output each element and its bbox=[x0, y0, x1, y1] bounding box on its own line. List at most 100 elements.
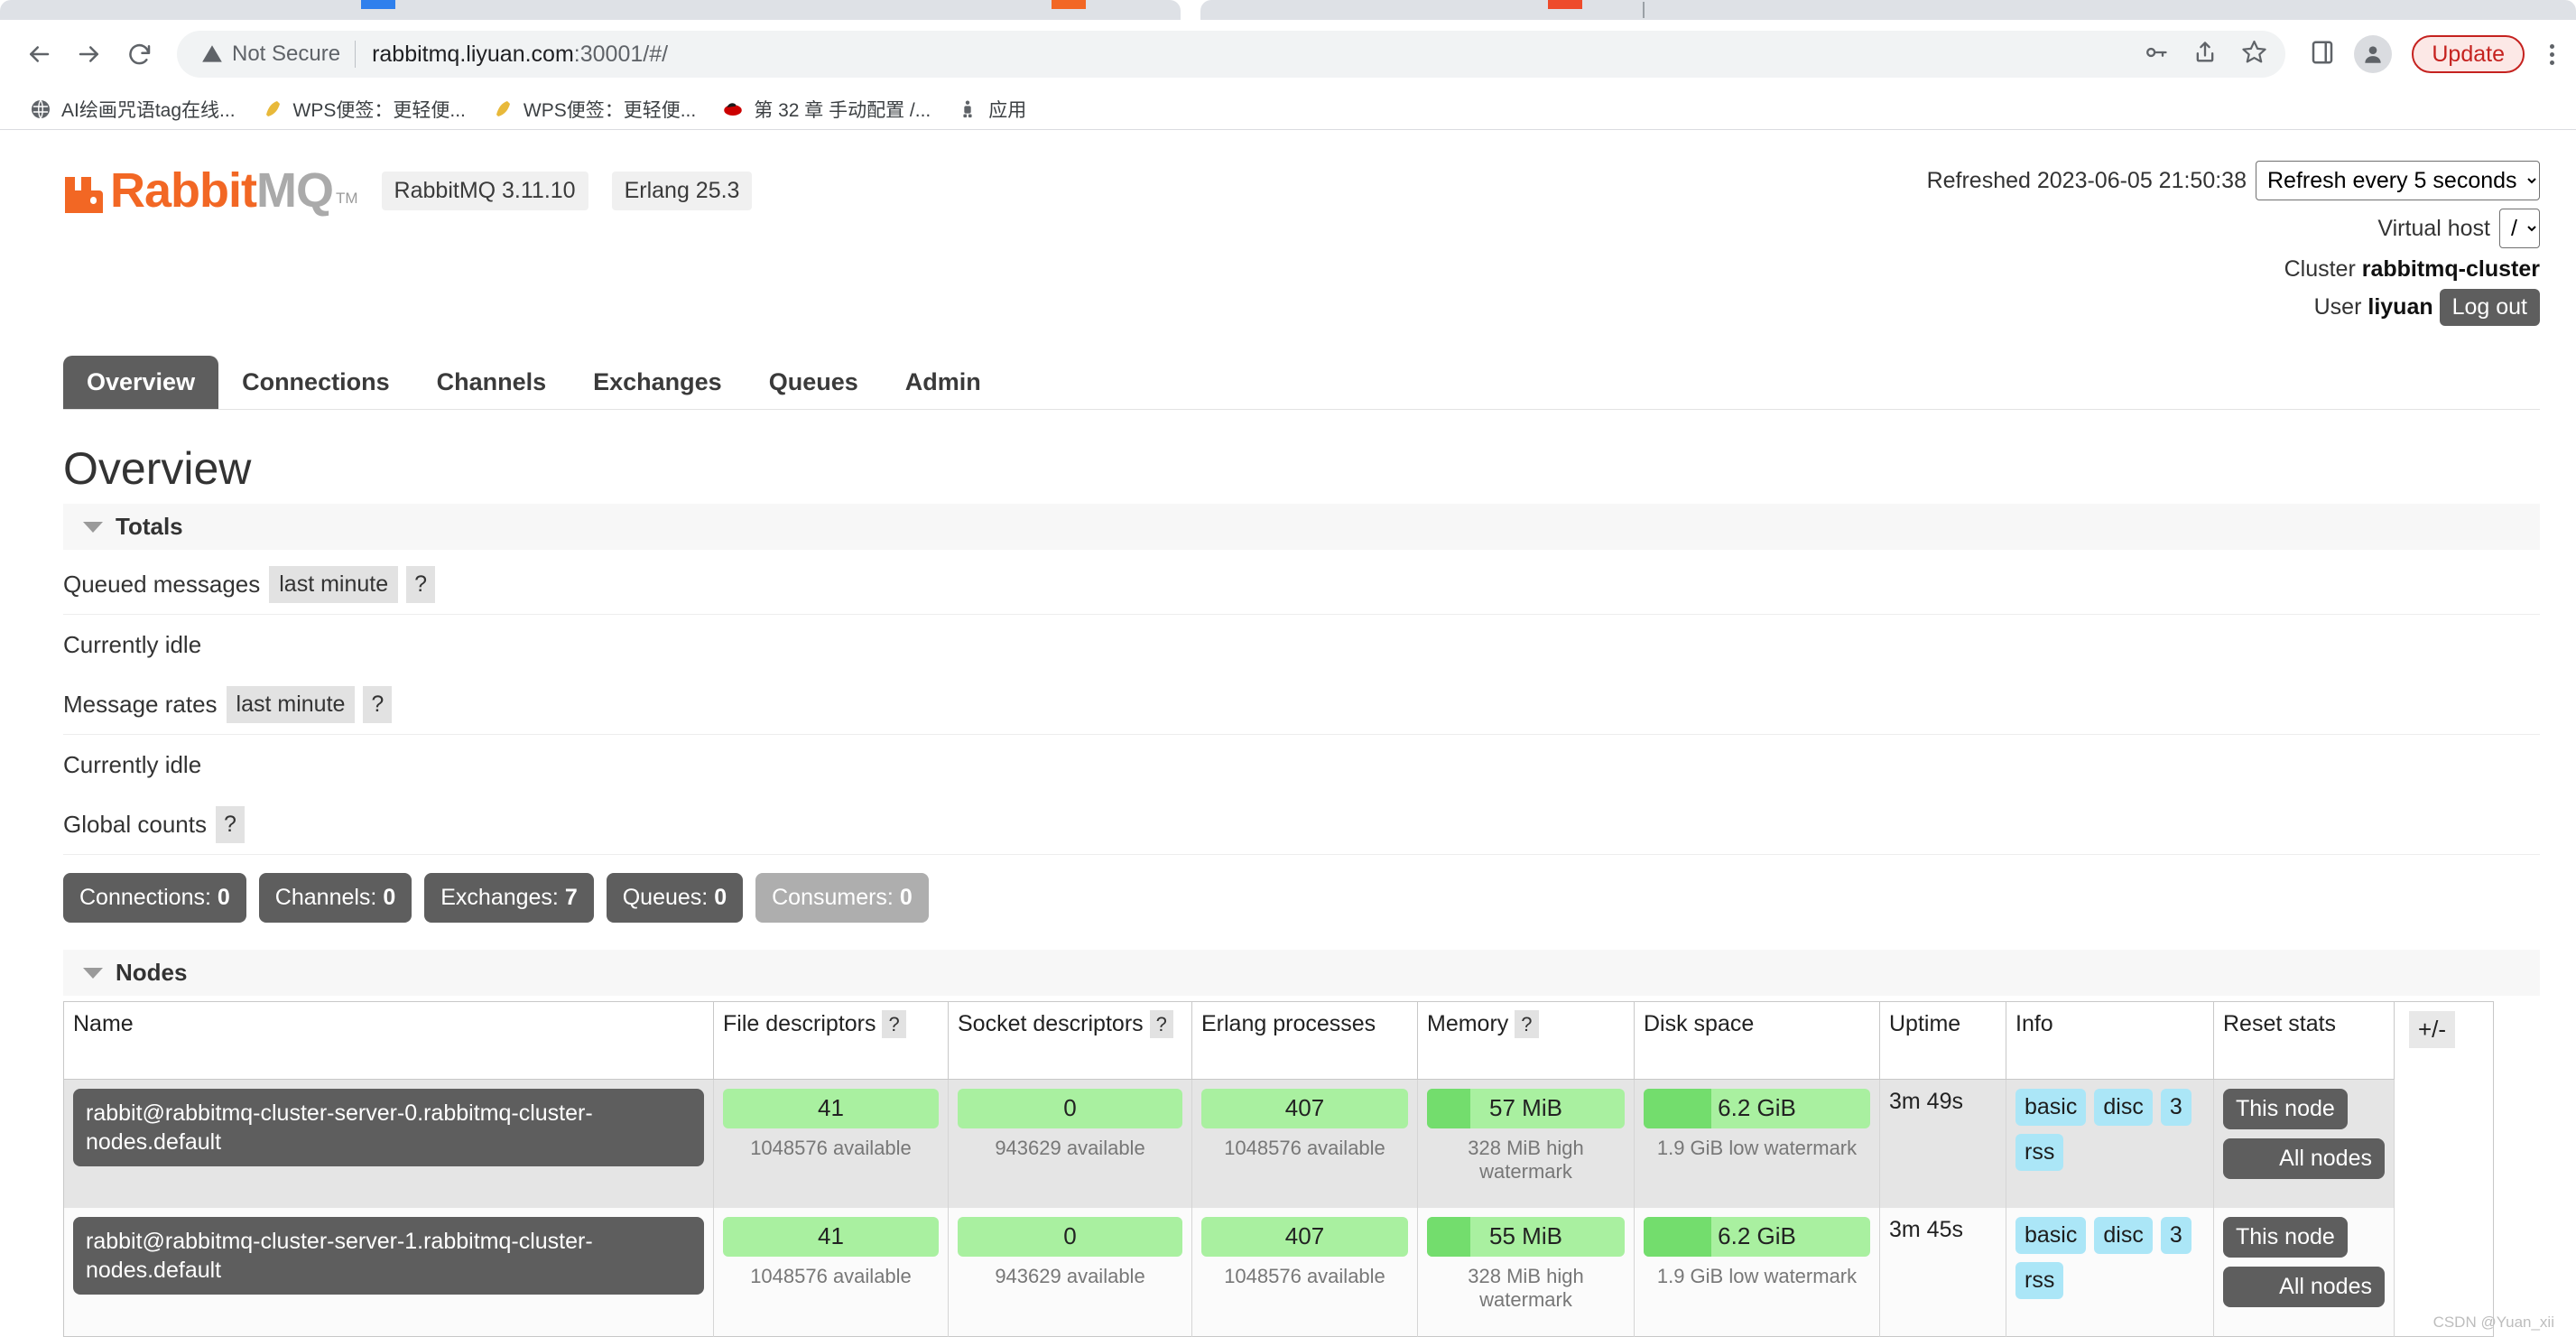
browser-tab-inactive-2[interactable] bbox=[1200, 0, 2576, 20]
memory-help-icon[interactable]: ? bbox=[1515, 1010, 1539, 1038]
virtual-host-select[interactable]: / bbox=[2499, 209, 2540, 248]
cluster-name: rabbitmq-cluster bbox=[2361, 256, 2540, 282]
table-row: rabbit@rabbitmq-cluster-server-0.rabbitm… bbox=[63, 1079, 2494, 1208]
password-key-icon[interactable] bbox=[2144, 40, 2169, 70]
rabbitmq-logo[interactable]: RabbitMQ TM bbox=[63, 166, 358, 215]
message-rates-help-icon[interactable]: ? bbox=[363, 686, 393, 723]
col-file-descriptors[interactable]: File descriptors ? bbox=[713, 1001, 949, 1080]
tab-exchanges[interactable]: Exchanges bbox=[570, 356, 746, 409]
reset-all-nodes-button[interactable]: All nodes bbox=[2223, 1137, 2385, 1179]
col-uptime[interactable]: Uptime bbox=[1879, 1001, 2006, 1080]
cluster-label: Cluster bbox=[2284, 256, 2356, 282]
address-bar[interactable]: Not Secure rabbitmq.liyuan.com:30001/#/ bbox=[177, 31, 2286, 78]
global-counts-label: Global counts bbox=[63, 811, 207, 838]
col-name[interactable]: Name bbox=[63, 1001, 714, 1080]
bookmark-item-4[interactable]: 应用 bbox=[943, 96, 1039, 123]
side-panel-icon[interactable] bbox=[2311, 39, 2334, 70]
info-tag-list: basic disc 3 rss bbox=[2015, 1216, 2204, 1299]
queued-messages-label: Queued messages bbox=[63, 571, 261, 598]
node-name-badge[interactable]: rabbit@rabbitmq-cluster-server-0.rabbitm… bbox=[73, 1088, 704, 1166]
bookmark-star-icon[interactable] bbox=[2241, 39, 2267, 70]
bookmark-item-2[interactable]: WPS便签：更轻便... bbox=[478, 96, 709, 123]
queued-messages-help-icon[interactable]: ? bbox=[406, 566, 436, 603]
count-label: Consumers: bbox=[772, 885, 894, 910]
refresh-interval-select[interactable]: Refresh every 5 seconds bbox=[2256, 161, 2540, 200]
erlang-processes-sub: 1048576 available bbox=[1224, 1264, 1385, 1287]
bookmark-label: 应用 bbox=[988, 99, 1027, 121]
info-cell: basic disc 3 rss bbox=[2006, 1079, 2214, 1208]
col-erlang-processes[interactable]: Erlang processes bbox=[1191, 1001, 1418, 1080]
file-descriptors-value: 41 bbox=[818, 1222, 844, 1249]
table-row: rabbit@rabbitmq-cluster-server-1.rabbitm… bbox=[63, 1207, 2494, 1336]
watermark-text: CSDN @Yuan_xii bbox=[2432, 1313, 2554, 1331]
info-tag: disc bbox=[2094, 1088, 2153, 1126]
socket-descriptors-value: 0 bbox=[1063, 1094, 1077, 1121]
memory-bar: 57 MiB bbox=[1427, 1088, 1625, 1128]
col-reset-stats[interactable]: Reset stats bbox=[2213, 1001, 2395, 1080]
col-label: File descriptors bbox=[723, 1011, 876, 1036]
bookmark-label: WPS便签：更轻便... bbox=[292, 99, 466, 121]
count-value: 0 bbox=[714, 885, 727, 910]
col-disk-space[interactable]: Disk space bbox=[1634, 1001, 1880, 1080]
tab-connections[interactable]: Connections bbox=[218, 356, 413, 409]
file-descriptors-sub: 1048576 available bbox=[750, 1264, 912, 1287]
count-consumers-button[interactable]: Consumers: 0 bbox=[755, 873, 929, 923]
count-label: Connections: bbox=[79, 885, 211, 910]
forward-arrow-icon[interactable] bbox=[67, 32, 112, 77]
logout-button[interactable]: Log out bbox=[2439, 289, 2540, 326]
totals-section-header[interactable]: Totals bbox=[63, 504, 2540, 550]
bookmarks-bar: AI绘画咒语tag在线... WPS便签：更轻便... WPS便签：更轻便...… bbox=[0, 88, 2576, 130]
socket-descriptors-sub: 943629 available bbox=[995, 1136, 1145, 1159]
file-descriptors-help-icon[interactable]: ? bbox=[882, 1010, 906, 1038]
count-channels-button[interactable]: Channels: 0 bbox=[258, 873, 412, 923]
reset-this-node-button[interactable]: This node bbox=[2223, 1088, 2348, 1129]
browser-tab-inactive-1[interactable] bbox=[0, 0, 1181, 20]
memory-value: 57 MiB bbox=[1489, 1094, 1562, 1121]
erlang-processes-sub: 1048576 available bbox=[1224, 1136, 1385, 1159]
tab-admin[interactable]: Admin bbox=[882, 356, 1005, 409]
tab-channels[interactable]: Channels bbox=[413, 356, 570, 409]
tab-favicon-2 bbox=[1052, 0, 1086, 9]
rabbit-logo-icon bbox=[65, 177, 103, 213]
global-counts-help-icon[interactable]: ? bbox=[215, 806, 245, 843]
nodes-section-header[interactable]: Nodes bbox=[63, 950, 2540, 996]
count-exchanges-button[interactable]: Exchanges: 7 bbox=[424, 873, 594, 923]
back-arrow-icon[interactable] bbox=[16, 32, 61, 77]
main-navigation-tabs: Overview Connections Channels Exchanges … bbox=[63, 356, 2540, 410]
erlang-processes-value: 407 bbox=[1284, 1222, 1325, 1249]
browser-toolbar: Not Secure rabbitmq.liyuan.com:30001/#/ … bbox=[0, 20, 2576, 88]
queued-messages-period-chip[interactable]: last minute bbox=[269, 566, 399, 603]
count-queues-button[interactable]: Queues: 0 bbox=[606, 873, 744, 923]
profile-avatar[interactable] bbox=[2354, 35, 2393, 73]
reset-stats-cell: This node All nodes bbox=[2213, 1207, 2395, 1336]
disk-space-cell: 6.2 GiB 1.9 GiB low watermark bbox=[1634, 1207, 1880, 1336]
update-button[interactable]: Update bbox=[2412, 35, 2525, 73]
reset-all-nodes-button[interactable]: All nodes bbox=[2223, 1266, 2385, 1307]
message-rates-period-chip[interactable]: last minute bbox=[226, 686, 356, 723]
bookmark-label: WPS便签：更轻便... bbox=[523, 99, 697, 121]
count-label: Exchanges: bbox=[440, 885, 559, 910]
socket-descriptors-help-icon[interactable]: ? bbox=[1149, 1010, 1173, 1038]
col-info[interactable]: Info bbox=[2006, 1001, 2214, 1080]
security-indicator[interactable]: Not Secure bbox=[200, 42, 355, 67]
bookmark-item-1[interactable]: WPS便签：更轻便... bbox=[248, 96, 478, 123]
node-name-cell: rabbit@rabbitmq-cluster-server-1.rabbitm… bbox=[63, 1207, 714, 1336]
bookmark-item-0[interactable]: AI绘画咒语tag在线... bbox=[16, 96, 248, 123]
col-socket-descriptors[interactable]: Socket descriptors ? bbox=[948, 1001, 1192, 1080]
col-memory[interactable]: Memory ? bbox=[1417, 1001, 1635, 1080]
tab-queues[interactable]: Queues bbox=[746, 356, 882, 409]
redhat-icon bbox=[721, 97, 745, 121]
reset-this-node-button[interactable]: This node bbox=[2223, 1216, 2348, 1258]
share-icon[interactable] bbox=[2192, 40, 2218, 70]
erlang-processes-bar: 407 bbox=[1201, 1216, 1408, 1257]
node-name-badge[interactable]: rabbit@rabbitmq-cluster-server-1.rabbitm… bbox=[73, 1216, 704, 1295]
tab-overview[interactable]: Overview bbox=[63, 356, 219, 409]
bookmark-item-3[interactable]: 第 32 章 手动配置 /... bbox=[709, 96, 943, 123]
feather-icon bbox=[261, 97, 284, 121]
app-header: RabbitMQ TM RabbitMQ 3.11.10 Erlang 25.3… bbox=[63, 153, 2540, 332]
browser-tab-strip[interactable] bbox=[0, 0, 2576, 20]
reload-icon[interactable] bbox=[117, 32, 162, 77]
column-toggle-button[interactable]: +/- bbox=[2409, 1011, 2456, 1048]
browser-menu-icon[interactable] bbox=[2544, 43, 2560, 65]
count-connections-button[interactable]: Connections: 0 bbox=[63, 873, 246, 923]
